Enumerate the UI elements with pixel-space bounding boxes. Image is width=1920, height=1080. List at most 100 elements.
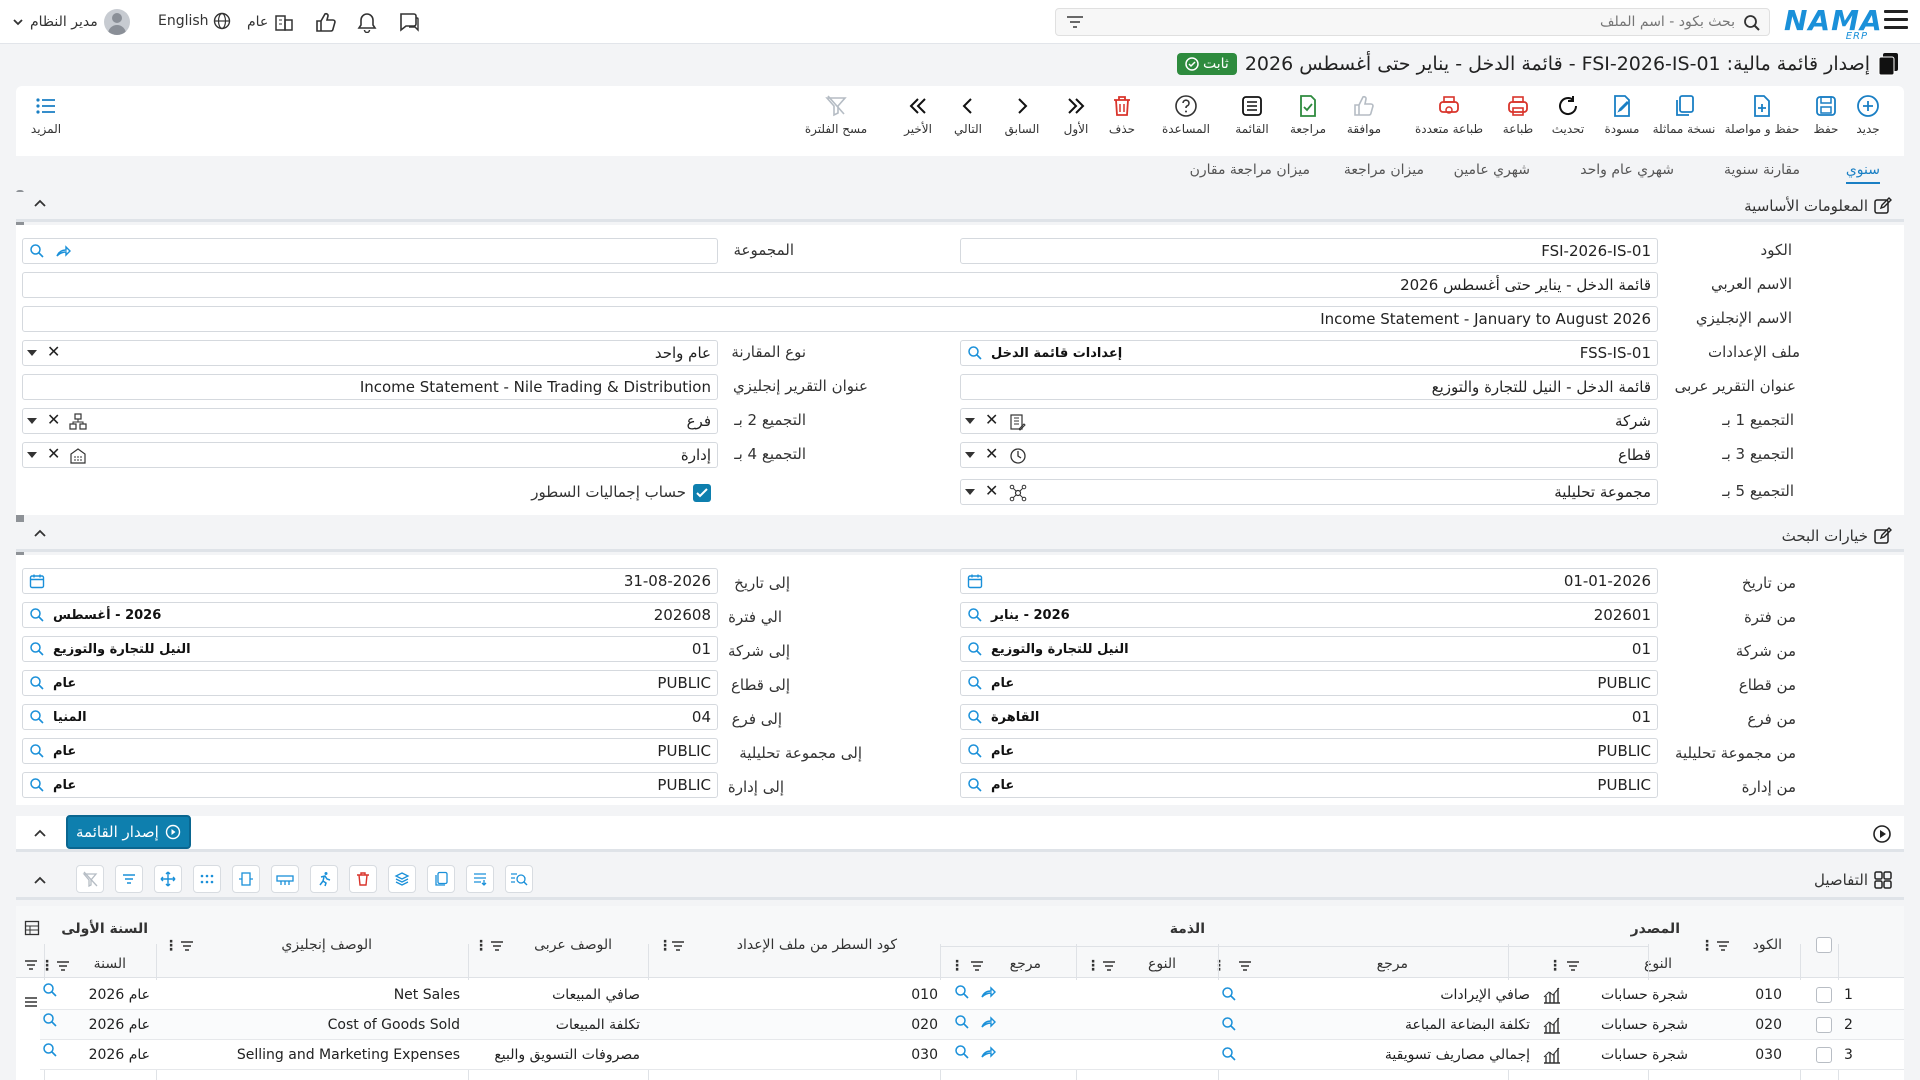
share-icon[interactable]	[55, 243, 71, 259]
search-lookup-icon[interactable]	[967, 777, 983, 797]
from-branch-field[interactable]: 01 القاهرة	[960, 704, 1658, 730]
details-header[interactable]: التفاصيل	[16, 862, 1904, 900]
search-box[interactable]	[1055, 8, 1770, 36]
grid-move-button[interactable]	[154, 865, 182, 893]
to-sector-field[interactable]: PUBLIC عام	[22, 670, 718, 696]
column-menu-icon[interactable]: ⋮	[164, 938, 178, 954]
column-filter-icon[interactable]	[970, 960, 984, 976]
search-lookup-icon[interactable]	[1221, 1046, 1237, 1062]
grid-search-button[interactable]	[505, 865, 533, 893]
column-menu-icon[interactable]: ⋮	[40, 958, 54, 974]
clear-icon[interactable]: ✕	[47, 444, 60, 463]
column-filter-icon[interactable]	[56, 960, 70, 976]
menu-lines-icon[interactable]	[24, 996, 38, 1008]
search-lookup-icon[interactable]	[29, 675, 45, 695]
column-filter-icon[interactable]	[180, 940, 194, 956]
to-date-field[interactable]: 31-08-2026	[22, 568, 718, 594]
settings-file-field[interactable]: FSS-IS-01 إعدادات قائمة الدخل	[960, 340, 1658, 366]
calendar-icon[interactable]	[967, 573, 983, 589]
column-menu-icon[interactable]: ⋮	[1700, 938, 1714, 954]
filter-icon[interactable]	[24, 959, 38, 971]
group-field[interactable]	[22, 238, 718, 264]
tab-annual-comparison[interactable]: مقارنة سنوية	[1724, 162, 1800, 178]
grid-insert-row-button[interactable]	[271, 865, 299, 893]
column-menu-icon[interactable]: ⋮	[1212, 958, 1226, 974]
calendar-icon[interactable]	[29, 573, 45, 589]
row-checkbox[interactable]	[1816, 987, 1832, 1003]
clear-icon[interactable]: ✕	[985, 444, 998, 463]
search-input[interactable]	[1129, 9, 1769, 35]
select-all-checkbox[interactable]	[1816, 937, 1832, 953]
search-lookup-icon[interactable]	[954, 1014, 970, 1030]
from-company-field[interactable]: 01 النيل للتجارة والتوزيع	[960, 636, 1658, 662]
column-menu-icon[interactable]: ⋮	[1548, 958, 1562, 974]
more-button[interactable]: المزيد	[22, 94, 70, 136]
clear-icon[interactable]: ✕	[47, 342, 60, 361]
arabic-name-field[interactable]: قائمة الدخل - يناير حتى أغسطس 2026	[22, 272, 1658, 298]
search-lookup-icon[interactable]	[954, 984, 970, 1000]
search-lookup-icon[interactable]	[29, 641, 45, 661]
search-lookup-icon[interactable]	[967, 743, 983, 763]
search-lookup-icon[interactable]	[1221, 986, 1237, 1002]
search-lookup-icon[interactable]	[967, 641, 983, 661]
code-field[interactable]: FSI-2026-IS-01	[960, 238, 1658, 264]
search-lookup-icon[interactable]	[29, 743, 45, 763]
grid-filter-button[interactable]	[115, 865, 143, 893]
issue-statement-button[interactable]: إصدار القائمة	[66, 815, 191, 849]
caret-down-icon[interactable]	[27, 350, 37, 356]
menu-icon[interactable]	[1884, 10, 1908, 32]
english-name-field[interactable]: Income Statement - January to August 202…	[22, 306, 1658, 332]
search-lookup-icon[interactable]	[967, 709, 983, 729]
column-filter-icon[interactable]	[1238, 960, 1252, 976]
group3-select[interactable]: قطاع ✕	[960, 442, 1658, 468]
grid-delete-button[interactable]	[349, 865, 377, 893]
grid-run-button[interactable]	[310, 865, 338, 893]
row-totals-checkbox[interactable]	[693, 484, 711, 502]
duplicate-button[interactable]: نسخة مماثلة	[1648, 94, 1720, 136]
language-switch[interactable]: English	[158, 12, 231, 30]
column-filter-icon[interactable]	[1102, 960, 1116, 976]
to-branch-field[interactable]: 04 المنيا	[22, 704, 718, 730]
column-filter-icon[interactable]	[671, 940, 685, 956]
column-filter-icon[interactable]	[1716, 940, 1730, 956]
grid-clear-filter-button[interactable]	[76, 865, 104, 893]
search-lookup-icon[interactable]	[42, 1042, 58, 1058]
caret-down-icon[interactable]	[965, 489, 975, 495]
grid-copy-button[interactable]	[427, 865, 455, 893]
grid-fit-button[interactable]	[232, 865, 260, 893]
tab-comparative-trial-balance[interactable]: ميزان مراجعة مقارن	[1190, 162, 1310, 178]
from-period-field[interactable]: 202601 2026 - يناير	[960, 602, 1658, 628]
to-period-field[interactable]: 202608 2026 - أغسطس	[22, 602, 718, 628]
from-dept-field[interactable]: PUBLIC عام	[960, 772, 1658, 798]
bell-icon[interactable]	[356, 11, 378, 33]
share-icon[interactable]	[980, 1014, 996, 1030]
clear-icon[interactable]: ✕	[985, 410, 998, 429]
grid-sort-button[interactable]	[466, 865, 494, 893]
help-button[interactable]: المساعدة	[1150, 94, 1222, 136]
search-lookup-icon[interactable]	[967, 345, 983, 361]
group1-select[interactable]: شركة ✕	[960, 408, 1658, 434]
to-ag-field[interactable]: PUBLIC عام	[22, 738, 718, 764]
print-button[interactable]: طباعة	[1482, 94, 1554, 136]
chat-icon[interactable]	[398, 11, 420, 33]
group5-select[interactable]: مجموعة تحليلية ✕	[960, 479, 1658, 505]
tab-monthly-one-year[interactable]: شهري عام واحد	[1580, 162, 1674, 178]
column-menu-icon[interactable]: ⋮	[950, 958, 964, 974]
from-date-field[interactable]: 01-01-2026	[960, 568, 1658, 594]
share-icon[interactable]	[980, 984, 996, 1000]
column-menu-icon[interactable]: ⋮	[474, 938, 488, 954]
from-ag-field[interactable]: PUBLIC عام	[960, 738, 1658, 764]
caret-down-icon[interactable]	[27, 452, 37, 458]
share-icon[interactable]	[980, 1044, 996, 1060]
list-button[interactable]: القائمة	[1216, 94, 1288, 136]
to-company-field[interactable]: 01 النيل للتجارة والتوزيع	[22, 636, 718, 662]
clear-icon[interactable]: ✕	[985, 481, 998, 500]
thumbs-up-icon[interactable]	[314, 11, 336, 33]
caret-down-icon[interactable]	[965, 452, 975, 458]
year-selector[interactable]: عام	[247, 12, 294, 32]
en-report-title-field[interactable]: Income Statement - Nile Trading & Distri…	[22, 374, 718, 400]
column-menu-icon[interactable]: ⋮	[1086, 958, 1100, 974]
filter-icon[interactable]	[1066, 14, 1084, 30]
multi-print-button[interactable]: طباعة متعددة	[1406, 94, 1492, 136]
play-circle-icon[interactable]	[1872, 824, 1892, 844]
